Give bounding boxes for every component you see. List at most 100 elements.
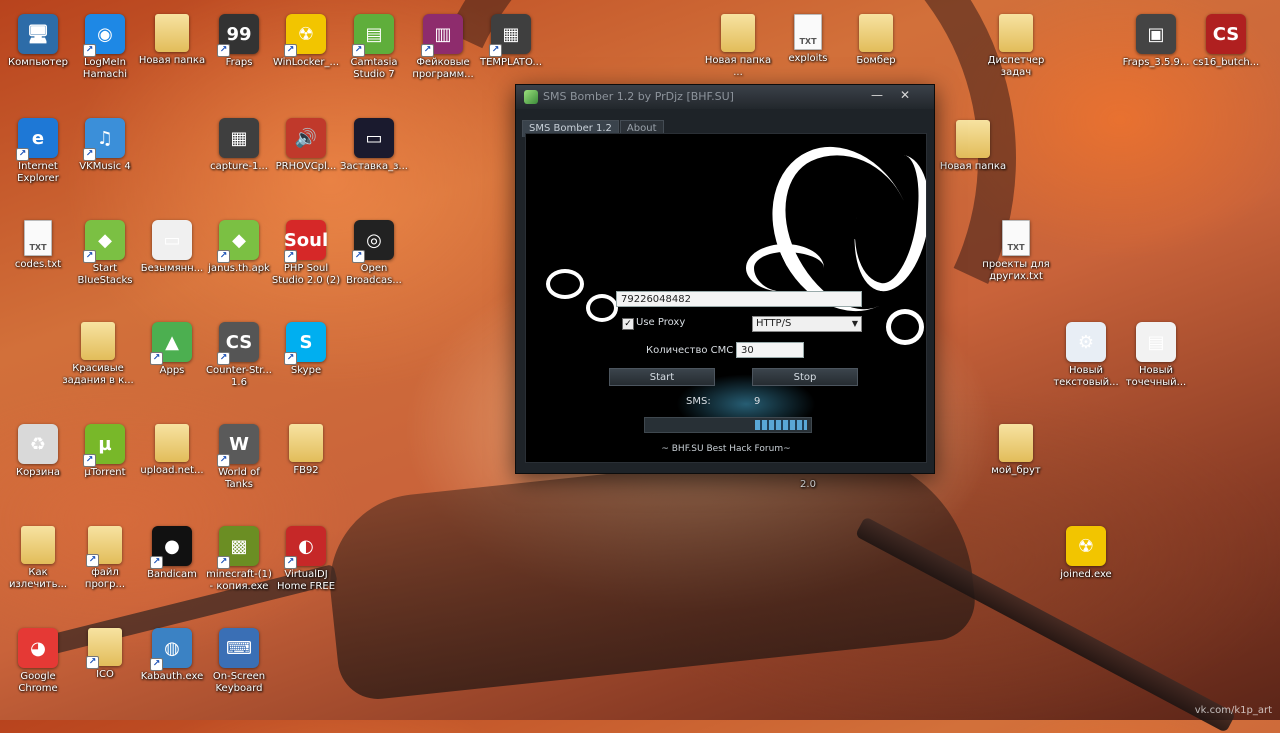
watermark: vk.com/k1p_art (1194, 705, 1272, 716)
desktop-icon[interactable]: ▭ Заставка_з... (336, 118, 412, 173)
desktop-icon[interactable]: upload.net... (134, 424, 210, 477)
desktop-icon[interactable]: Бомбер (838, 14, 914, 67)
desktop-icon[interactable]: 🖥 Компьютер (0, 14, 76, 69)
desktop-icon[interactable]: ⚙ Новый текстовый... (1048, 322, 1124, 389)
desktop-icon-label: Start BlueStacks (77, 263, 133, 286)
desktop-icon[interactable]: мой_брут (978, 424, 1054, 477)
desktop-icon-image (81, 322, 115, 360)
desktop-icon-image: ◆ (217, 220, 259, 263)
desktop-icon-image: 🖥 (18, 14, 58, 54)
desktop-icon-label: Camtasia Studio 7 (350, 57, 398, 80)
start-button[interactable]: Start (609, 368, 715, 386)
desktop-icon-label: мой_брут (991, 465, 1041, 476)
desktop-icon[interactable]: CSCounter-Str... 1.6 (201, 322, 277, 389)
window-titlebar[interactable]: SMS Bomber 1.2 by PrDjz [BHF.SU] — ✕ (516, 85, 934, 109)
desktop-icon-image (859, 14, 893, 52)
desktop-icon[interactable]: ▭ Безымянн... (134, 220, 210, 275)
desktop-icon-label: LogMeIn Hamachi (82, 57, 128, 80)
desktop-icon[interactable]: Новая папка ... (700, 14, 776, 79)
desktop-icon[interactable]: µµTorrent (67, 424, 143, 479)
desktop-icon-label: 2.0 (800, 479, 816, 490)
desktop-icon-image: µ (83, 424, 125, 467)
desktop-icon-image: CS (217, 322, 259, 365)
minimize-button[interactable]: — (866, 87, 888, 103)
desktop-icon[interactable]: ◉LogMeIn Hamachi (67, 14, 143, 81)
desktop-icon-image: TXT (1002, 220, 1030, 256)
desktop-icon[interactable]: ▲Apps (134, 322, 210, 377)
desktop-icon[interactable]: Как излечить... (0, 526, 76, 591)
desktop-icon[interactable]: SSkype (268, 322, 344, 377)
desktop-icon-label: Open Broadcas... (346, 263, 402, 286)
desktop-icon-label: Новая папка (138, 55, 206, 66)
desktop-icon[interactable]: Новая папка (935, 120, 1011, 173)
close-button[interactable]: ✕ (894, 87, 916, 103)
desktop-icon[interactable]: ⌨ On-Screen Keyboard (201, 628, 277, 695)
proxy-type-select[interactable]: HTTP/S ▼ (752, 316, 862, 332)
desktop-icon[interactable]: ▤Camtasia Studio 7 (336, 14, 412, 81)
desktop-icon-image: ● (150, 526, 192, 569)
desktop-icon[interactable]: файл прогр... (67, 526, 143, 591)
desktop-icon[interactable]: eInternet Explorer (0, 118, 76, 185)
sms-bomber-window[interactable]: SMS Bomber 1.2 by PrDjz [BHF.SU] — ✕ SMS… (515, 84, 935, 474)
wallpaper-tank (321, 437, 979, 703)
desktop-icon[interactable]: ▥Фейковые программ... (405, 14, 481, 81)
desktop-icon[interactable]: TXT codes.txt (0, 220, 76, 271)
desktop-icon-image: W (217, 424, 259, 467)
desktop-icon-label: WinLocker_... (272, 57, 340, 68)
desktop-icon[interactable]: WWorld of Tanks (201, 424, 277, 491)
desktop-icon-label: Корзина (15, 467, 61, 478)
desktop-icon[interactable]: ▩minecraft-(1) - копия.exe (201, 526, 277, 593)
desktop-icon-image (289, 424, 323, 462)
desktop-icon-label: Новый текстовый... (1053, 365, 1119, 388)
desktop-icon[interactable]: ◆Start BlueStacks (67, 220, 143, 287)
desktop-icon[interactable]: ☢ joined.exe (1048, 526, 1124, 581)
desktop-icon[interactable]: ●Bandicam (134, 526, 210, 581)
desktop-icon-label: World of Tanks (218, 467, 260, 490)
desktop-icon[interactable]: ♻ Корзина (0, 424, 76, 479)
desktop-icon[interactable]: TXT exploits (770, 14, 846, 65)
desktop-icon[interactable]: Диспетчер задач (978, 14, 1054, 79)
desktop-icon-image: ▤ (1136, 322, 1176, 362)
desktop-icon-image: ☢ (284, 14, 326, 57)
tab-bar: SMS Bomber 1.2 About (522, 116, 665, 137)
desktop-icon[interactable]: ▣ Fraps_3.5.9... (1118, 14, 1194, 69)
desktop-icon[interactable]: ◕ Google Chrome (0, 628, 76, 695)
desktop-icon-label: Fraps_3.5.9... (1122, 57, 1190, 68)
use-proxy-checkbox[interactable]: ✓ (622, 318, 634, 330)
desktop-icon-image: ◆ (83, 220, 125, 263)
desktop-icon-image: ▦ (489, 14, 531, 57)
desktop-icon[interactable]: TXT проекты для других.txt (978, 220, 1054, 283)
desktop-icon[interactable]: Новая папка (134, 14, 210, 67)
stop-button[interactable]: Stop (752, 368, 858, 386)
desktop-icon[interactable]: ▦ capture-1... (201, 118, 277, 173)
desktop-icon-image: TXT (794, 14, 822, 50)
desktop-icon-label: exploits (788, 53, 828, 64)
decor-swirl (546, 269, 584, 299)
desktop-icon[interactable]: FB92 (268, 424, 344, 477)
desktop-icon-label: Заставка_з... (340, 161, 408, 172)
desktop-icon-label: codes.txt (14, 259, 62, 270)
desktop-icon[interactable]: Красивые задания в к... (60, 322, 136, 387)
sms-count-input[interactable] (736, 342, 804, 358)
desktop-icon-image (999, 424, 1033, 462)
desktop-icon[interactable]: 2.0 (770, 476, 846, 491)
phone-number-input[interactable] (616, 291, 862, 307)
desktop-icon[interactable]: ▤ Новый точечный... (1118, 322, 1194, 389)
desktop-icon-label: joined.exe (1060, 569, 1112, 580)
desktop-icon[interactable]: ◆janus.th.apk (201, 220, 277, 275)
desktop-icon[interactable]: SoulPHP Soul Studio 2.0 (2) (268, 220, 344, 287)
desktop-icon[interactable]: ▦TEMPLATO... (473, 14, 549, 69)
desktop-icon-image: ☢ (1066, 526, 1106, 566)
desktop-icon-image: ◎ (352, 220, 394, 263)
desktop-icon[interactable]: ◎Open Broadcas... (336, 220, 412, 287)
desktop-icon[interactable]: ICO (67, 628, 143, 681)
desktop-icon[interactable]: CS cs16_butch... (1188, 14, 1264, 69)
desktop-icon[interactable]: ◐VirtualDJ Home FREE (268, 526, 344, 593)
desktop-icon-image: e (16, 118, 58, 161)
desktop-icon[interactable]: ◍Kabauth.exe (134, 628, 210, 683)
desktop-icon[interactable]: ♫VKMusic 4 (67, 118, 143, 173)
desktop-icon[interactable]: 99Fraps (201, 14, 277, 69)
desktop-icon[interactable]: ☢WinLocker_... (268, 14, 344, 69)
desktop-icon-label: TEMPLATO... (479, 57, 543, 68)
desktop-icon[interactable]: 🔊 PRHOVCpl... (268, 118, 344, 173)
